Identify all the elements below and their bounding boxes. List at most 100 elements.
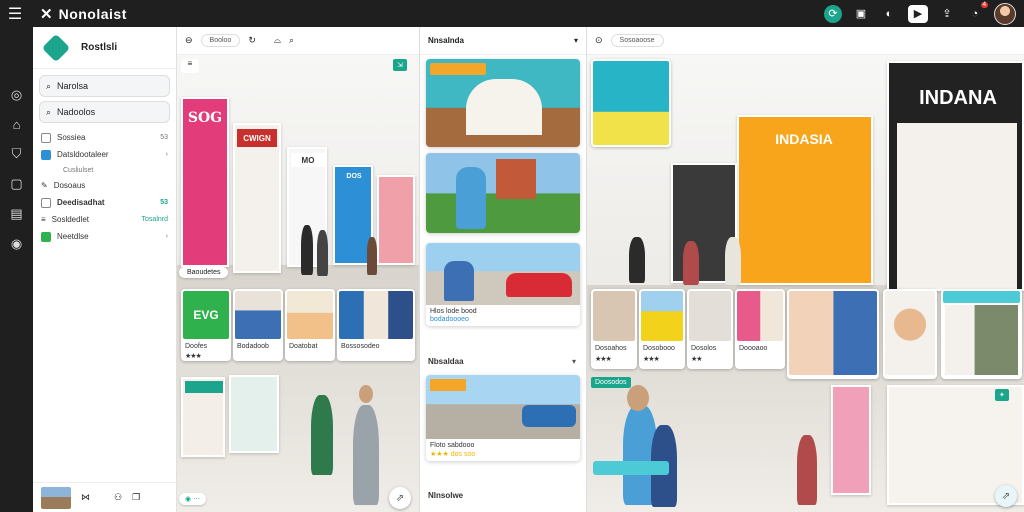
- link-icon[interactable]: ⋈: [81, 492, 90, 503]
- product-image: [945, 305, 1018, 375]
- news-caption: Floto sabdooo: [430, 442, 475, 449]
- product-card[interactable]: Dosoahos ★★★: [591, 289, 637, 369]
- share-icon[interactable]: ⇗: [995, 485, 1017, 507]
- news-image: [426, 153, 580, 233]
- news-meta: bodadoooeo: [430, 316, 469, 323]
- list-icon: ≡: [41, 215, 46, 224]
- product-image: [339, 291, 413, 339]
- shopper-figure: [629, 237, 645, 283]
- panel-left-toolbar: ⊖ Booloo ↻ ⌓ ⌕: [177, 27, 419, 55]
- product-card[interactable]: [787, 289, 879, 379]
- product-image: EVG: [183, 291, 229, 339]
- chevron-down-icon[interactable]: ▾: [574, 36, 578, 45]
- share-icon[interactable]: ⇪: [938, 5, 956, 23]
- product-card[interactable]: Bodadoob: [233, 289, 283, 361]
- product-card[interactable]: EVG Doofes ★★★: [181, 289, 231, 361]
- share-icon[interactable]: ⇗: [389, 487, 411, 509]
- news-caption: Hlos lode bood: [430, 308, 477, 315]
- sidebar-item-label: Datsldootaleer: [57, 150, 109, 159]
- news-card[interactable]: [426, 153, 580, 233]
- product-title: Dosoahos: [595, 345, 627, 352]
- news-card[interactable]: Floto sabdooo ★★★ dos soo: [426, 375, 580, 461]
- store-sign: [185, 381, 223, 393]
- product-card[interactable]: Doooaoo: [735, 289, 785, 369]
- sidebar-item[interactable]: Neetdlse ›: [41, 228, 168, 245]
- doc-icon[interactable]: ▤: [10, 206, 22, 222]
- sidebar-item[interactable]: Datsldootaleer ›: [41, 146, 168, 163]
- bell-icon[interactable]: ◔ 4: [966, 1, 988, 23]
- storefront: INDANA: [887, 61, 1024, 291]
- store-sign: CWIGN: [237, 129, 277, 147]
- copy-icon[interactable]: ❐: [132, 492, 140, 503]
- shopper-figure: [311, 395, 333, 475]
- sidebar-search[interactable]: ⌕ Narolsa: [39, 75, 170, 97]
- box-icon: [41, 197, 51, 208]
- sidebar-profile[interactable]: Rostlsli: [33, 27, 176, 69]
- status-chip[interactable]: ◉ ⋯: [179, 493, 207, 505]
- gallery-icon[interactable]: ▣: [852, 5, 870, 23]
- product-card[interactable]: [941, 289, 1022, 379]
- compass-icon[interactable]: ◐: [880, 5, 898, 23]
- sidebar-item[interactable]: ✎ Dosoaus: [41, 177, 168, 194]
- product-image: [737, 291, 783, 341]
- product-card[interactable]: Dosolos ★★: [687, 289, 733, 369]
- news-card[interactable]: Hlos lode bood bodadoooeo: [426, 243, 580, 326]
- image-banner: [430, 379, 466, 391]
- thumbnail-image[interactable]: [41, 486, 71, 509]
- sparkle-icon[interactable]: ✦: [995, 389, 1009, 401]
- contacts-icon[interactable]: ⚇: [114, 492, 122, 503]
- user-avatar[interactable]: [994, 2, 1016, 25]
- store-tag: Doosodos: [591, 377, 631, 388]
- chat-icon[interactable]: ▢: [10, 176, 22, 192]
- news-card[interactable]: [426, 59, 580, 147]
- globe-icon[interactable]: ◉: [11, 236, 22, 252]
- sidebar-item-count: 53: [160, 199, 168, 206]
- chevron-down-icon[interactable]: ▾: [572, 357, 576, 366]
- sync-icon[interactable]: ⟳: [824, 4, 842, 23]
- image-icon: [41, 149, 51, 160]
- left-rail: ◎ ⌂ ⛉ ▢ ▤ ◉: [0, 27, 33, 512]
- logo-icon[interactable]: ✕: [40, 5, 53, 23]
- sidebar-item[interactable]: Deedisadhat 53: [41, 194, 168, 211]
- shop-icon[interactable]: ⌂: [13, 117, 21, 132]
- panel-left-feed: ⊖ Booloo ↻ ⌓ ⌕ SOG CWIGN MO DOS ⇲ ≡ Baou…: [177, 27, 419, 512]
- play-icon[interactable]: ▶: [908, 4, 928, 23]
- news-image: [426, 375, 580, 439]
- hamburger-icon[interactable]: ☰: [0, 4, 30, 24]
- product-title: Doooaoo: [739, 345, 768, 352]
- tab-chip[interactable]: Booloo: [200, 34, 241, 47]
- back-icon[interactable]: ⊖: [185, 35, 193, 46]
- sidebar-item-count: Tosalnrd: [141, 216, 168, 223]
- shopper-figure: [301, 225, 313, 275]
- expand-icon[interactable]: ⇲: [393, 59, 407, 71]
- sidebar-footer: ⋈ ⚇ ❐: [33, 482, 177, 512]
- product-image: [235, 291, 281, 339]
- product-card[interactable]: Doatobat: [285, 289, 335, 361]
- compass-icon[interactable]: ◎: [11, 87, 22, 103]
- sidebar-search-secondary[interactable]: ⌕ Nadoolos: [39, 101, 170, 123]
- image-banner: [593, 461, 669, 475]
- product-image: [287, 291, 333, 339]
- storefront: [181, 377, 225, 457]
- sidebar-item[interactable]: ≡ Sosldedlet Tosalnrd: [41, 211, 168, 228]
- rating-stars: ★★★: [185, 353, 202, 360]
- product-banner: [943, 291, 1020, 303]
- search-chip[interactable]: Sosoaoose: [610, 34, 664, 47]
- menu-icon[interactable]: ≡: [181, 59, 199, 73]
- chat-icon[interactable]: ⌓: [274, 35, 281, 46]
- chevron-icon: ›: [165, 233, 168, 240]
- search-icon[interactable]: ⌕: [289, 35, 294, 46]
- refresh-icon[interactable]: ↻: [248, 35, 256, 46]
- product-card[interactable]: [883, 289, 937, 379]
- search-label-secondary: Nadoolos: [57, 107, 96, 117]
- product-card[interactable]: Bossosodeo: [337, 289, 415, 361]
- mall-scene-image: INDASIA INDANA Dosoahos ★★★ Dosobooo ★★★…: [587, 55, 1024, 512]
- product-card[interactable]: Dosobooo ★★★: [639, 289, 685, 369]
- shopper-figure: [317, 230, 328, 276]
- building-shape: [496, 159, 536, 199]
- shirt-icon[interactable]: ⛉: [12, 146, 22, 162]
- search-icon[interactable]: ⊙: [595, 35, 603, 46]
- sidebar-subitem[interactable]: Cusliulset: [41, 163, 168, 177]
- promo-card[interactable]: [591, 59, 671, 147]
- sidebar-item[interactable]: Sossiea 53: [41, 129, 168, 146]
